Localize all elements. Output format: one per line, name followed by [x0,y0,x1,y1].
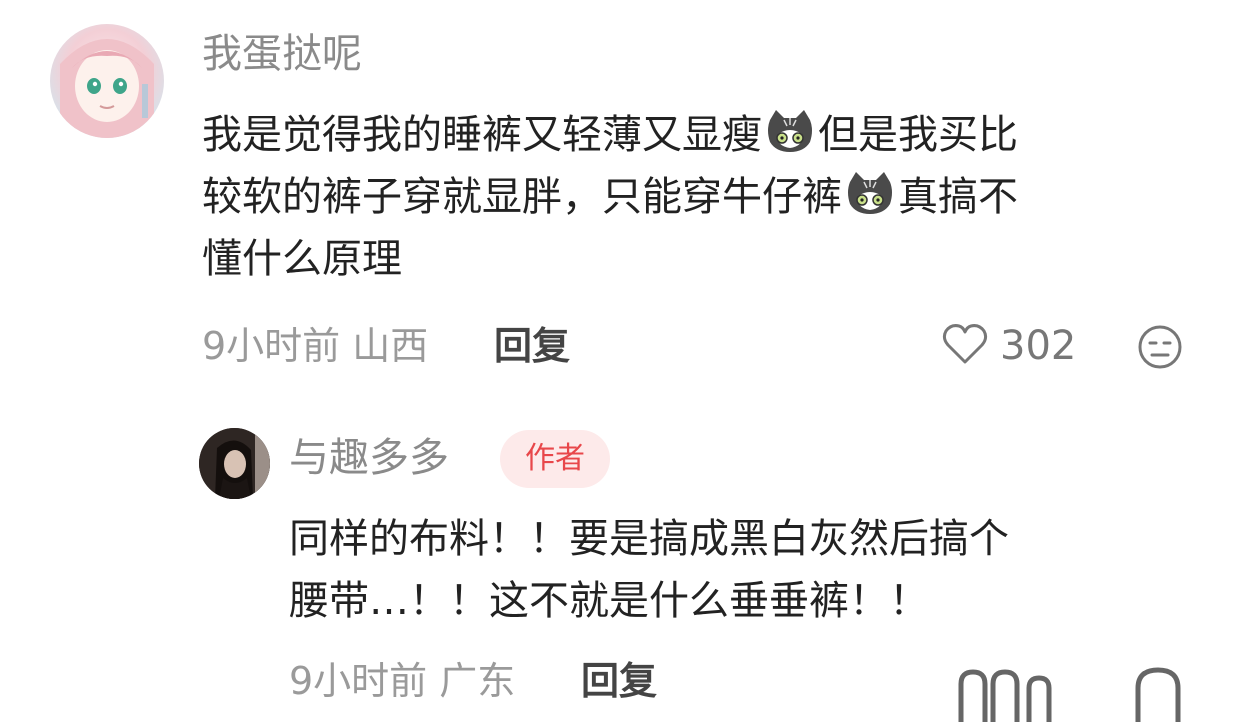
comment-line: 懂什么原理 [202,228,1018,290]
avatar[interactable] [199,428,270,499]
text-segment: 较软的裤子穿就显胖，只能穿牛仔裤 [202,174,842,220]
cat-emoji-icon [844,170,896,216]
dislike-icon[interactable] [1137,324,1183,374]
comment-meta: 9小时前 广东 [289,656,515,706]
reply-button[interactable]: 回复 [494,321,570,371]
comment-line: 同样的布料！！要是搞成黑白灰然后搞个 [289,516,1009,562]
like-button[interactable]: 302 [942,321,1076,371]
timestamp: 9小时前 [289,659,428,703]
text-segment: 真搞不 [898,174,1018,220]
comment-line: 较软的裤子穿就显胖，只能穿牛仔裤 真搞不 [202,166,1018,228]
comment-text: 同样的布料！！要是搞成黑白灰然后搞个 腰带…！！这不就是什么垂垂裤！！ [289,508,1009,632]
text-segment: 我是觉得我的睡裤又轻薄又显瘦 [202,112,762,158]
dislike-icon[interactable] [1130,658,1190,722]
avatar[interactable] [50,24,164,138]
timestamp: 9小时前 [202,324,341,368]
cat-emoji-icon [764,108,816,154]
author-badge: 作者 [500,430,610,488]
text-segment: 懂什么原理 [202,236,402,282]
comment-text: 我是觉得我的睡裤又轻薄又显瘦 但是我买比 较软的裤子穿就显胖，只能穿牛仔裤 真搞不 … [202,104,1018,290]
like-icon[interactable] [955,658,1075,722]
like-count: 302 [1000,323,1077,369]
text-segment: 但是我买比 [818,112,1018,158]
reply-button[interactable]: 回复 [581,656,657,706]
location: 山西 [352,324,429,368]
comment-line: 我是觉得我的睡裤又轻薄又显瘦 但是我买比 [202,104,1018,166]
username[interactable]: 与趣多多 [289,432,449,484]
heart-icon [942,323,988,369]
comment-meta: 9小时前 山西 [202,321,428,371]
username[interactable]: 我蛋挞呢 [202,28,362,80]
comment-line: 腰带…！！这不就是什么垂垂裤！！ [289,578,929,624]
location: 广东 [439,659,516,703]
